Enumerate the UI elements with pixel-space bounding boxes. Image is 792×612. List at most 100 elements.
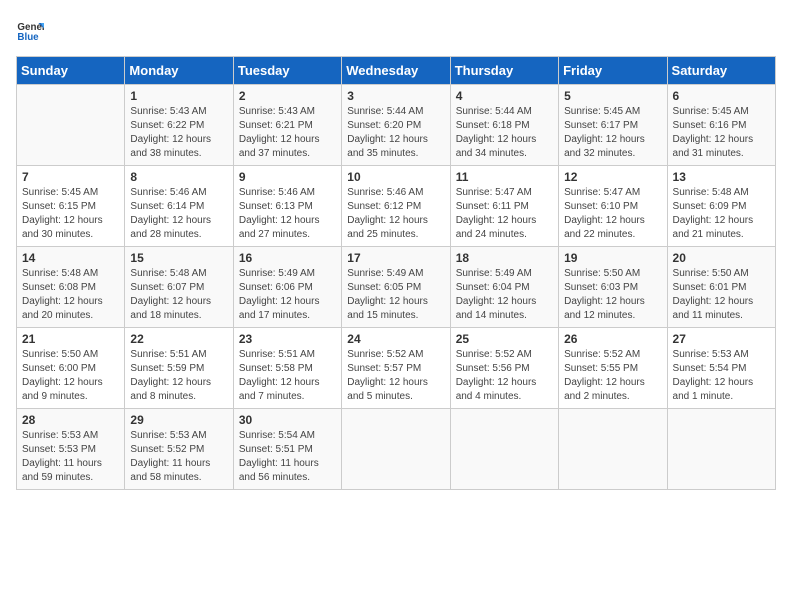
day-info: Sunrise: 5:53 AMSunset: 5:52 PMDaylight:… — [130, 430, 210, 483]
day-number: 30 — [239, 413, 336, 427]
calendar-cell — [450, 409, 558, 490]
weekday-header: Friday — [559, 57, 667, 85]
logo-icon: General Blue — [16, 16, 44, 44]
day-info: Sunrise: 5:52 AMSunset: 5:55 PMDaylight:… — [564, 349, 645, 402]
calendar-cell: 17 Sunrise: 5:49 AMSunset: 6:05 PMDaylig… — [342, 247, 450, 328]
day-number: 14 — [22, 251, 119, 265]
calendar-week-row: 1 Sunrise: 5:43 AMSunset: 6:22 PMDayligh… — [17, 85, 776, 166]
day-info: Sunrise: 5:51 AMSunset: 5:58 PMDaylight:… — [239, 349, 320, 402]
day-info: Sunrise: 5:50 AMSunset: 6:01 PMDaylight:… — [673, 268, 754, 321]
day-info: Sunrise: 5:51 AMSunset: 5:59 PMDaylight:… — [130, 349, 211, 402]
calendar-week-row: 21 Sunrise: 5:50 AMSunset: 6:00 PMDaylig… — [17, 328, 776, 409]
weekday-header: Thursday — [450, 57, 558, 85]
day-number: 3 — [347, 89, 444, 103]
day-number: 17 — [347, 251, 444, 265]
calendar-cell: 24 Sunrise: 5:52 AMSunset: 5:57 PMDaylig… — [342, 328, 450, 409]
calendar-cell: 7 Sunrise: 5:45 AMSunset: 6:15 PMDayligh… — [17, 166, 125, 247]
calendar-cell: 9 Sunrise: 5:46 AMSunset: 6:13 PMDayligh… — [233, 166, 341, 247]
day-number: 13 — [673, 170, 770, 184]
day-info: Sunrise: 5:49 AMSunset: 6:05 PMDaylight:… — [347, 268, 428, 321]
day-info: Sunrise: 5:48 AMSunset: 6:08 PMDaylight:… — [22, 268, 103, 321]
calendar-cell: 2 Sunrise: 5:43 AMSunset: 6:21 PMDayligh… — [233, 85, 341, 166]
day-info: Sunrise: 5:49 AMSunset: 6:06 PMDaylight:… — [239, 268, 320, 321]
calendar-cell: 22 Sunrise: 5:51 AMSunset: 5:59 PMDaylig… — [125, 328, 233, 409]
day-info: Sunrise: 5:52 AMSunset: 5:56 PMDaylight:… — [456, 349, 537, 402]
calendar-cell — [667, 409, 775, 490]
day-number: 21 — [22, 332, 119, 346]
day-number: 29 — [130, 413, 227, 427]
calendar-cell: 5 Sunrise: 5:45 AMSunset: 6:17 PMDayligh… — [559, 85, 667, 166]
day-info: Sunrise: 5:50 AMSunset: 6:03 PMDaylight:… — [564, 268, 645, 321]
day-number: 12 — [564, 170, 661, 184]
day-info: Sunrise: 5:47 AMSunset: 6:11 PMDaylight:… — [456, 187, 537, 240]
page-header: General Blue — [16, 16, 776, 44]
calendar-cell: 19 Sunrise: 5:50 AMSunset: 6:03 PMDaylig… — [559, 247, 667, 328]
calendar-cell: 1 Sunrise: 5:43 AMSunset: 6:22 PMDayligh… — [125, 85, 233, 166]
day-info: Sunrise: 5:52 AMSunset: 5:57 PMDaylight:… — [347, 349, 428, 402]
calendar-table: SundayMondayTuesdayWednesdayThursdayFrid… — [16, 56, 776, 490]
day-info: Sunrise: 5:53 AMSunset: 5:54 PMDaylight:… — [673, 349, 754, 402]
weekday-header: Wednesday — [342, 57, 450, 85]
day-number: 5 — [564, 89, 661, 103]
calendar-cell: 30 Sunrise: 5:54 AMSunset: 5:51 PMDaylig… — [233, 409, 341, 490]
calendar-cell: 15 Sunrise: 5:48 AMSunset: 6:07 PMDaylig… — [125, 247, 233, 328]
day-info: Sunrise: 5:44 AMSunset: 6:18 PMDaylight:… — [456, 106, 537, 159]
calendar-cell: 16 Sunrise: 5:49 AMSunset: 6:06 PMDaylig… — [233, 247, 341, 328]
day-info: Sunrise: 5:46 AMSunset: 6:12 PMDaylight:… — [347, 187, 428, 240]
logo: General Blue — [16, 16, 48, 44]
calendar-cell: 29 Sunrise: 5:53 AMSunset: 5:52 PMDaylig… — [125, 409, 233, 490]
svg-text:Blue: Blue — [17, 32, 39, 43]
calendar-cell — [559, 409, 667, 490]
day-number: 15 — [130, 251, 227, 265]
day-number: 19 — [564, 251, 661, 265]
day-number: 25 — [456, 332, 553, 346]
day-number: 6 — [673, 89, 770, 103]
day-info: Sunrise: 5:47 AMSunset: 6:10 PMDaylight:… — [564, 187, 645, 240]
calendar-cell: 25 Sunrise: 5:52 AMSunset: 5:56 PMDaylig… — [450, 328, 558, 409]
weekday-header: Sunday — [17, 57, 125, 85]
day-number: 20 — [673, 251, 770, 265]
day-number: 9 — [239, 170, 336, 184]
day-info: Sunrise: 5:44 AMSunset: 6:20 PMDaylight:… — [347, 106, 428, 159]
calendar-cell: 20 Sunrise: 5:50 AMSunset: 6:01 PMDaylig… — [667, 247, 775, 328]
day-number: 27 — [673, 332, 770, 346]
calendar-cell: 11 Sunrise: 5:47 AMSunset: 6:11 PMDaylig… — [450, 166, 558, 247]
day-info: Sunrise: 5:54 AMSunset: 5:51 PMDaylight:… — [239, 430, 319, 483]
day-info: Sunrise: 5:43 AMSunset: 6:22 PMDaylight:… — [130, 106, 211, 159]
day-number: 8 — [130, 170, 227, 184]
day-number: 22 — [130, 332, 227, 346]
day-info: Sunrise: 5:46 AMSunset: 6:14 PMDaylight:… — [130, 187, 211, 240]
day-number: 2 — [239, 89, 336, 103]
calendar-week-row: 7 Sunrise: 5:45 AMSunset: 6:15 PMDayligh… — [17, 166, 776, 247]
calendar-cell — [342, 409, 450, 490]
day-number: 18 — [456, 251, 553, 265]
calendar-week-row: 14 Sunrise: 5:48 AMSunset: 6:08 PMDaylig… — [17, 247, 776, 328]
day-number: 23 — [239, 332, 336, 346]
weekday-header: Tuesday — [233, 57, 341, 85]
day-info: Sunrise: 5:45 AMSunset: 6:15 PMDaylight:… — [22, 187, 103, 240]
calendar-cell: 18 Sunrise: 5:49 AMSunset: 6:04 PMDaylig… — [450, 247, 558, 328]
calendar-cell: 6 Sunrise: 5:45 AMSunset: 6:16 PMDayligh… — [667, 85, 775, 166]
day-info: Sunrise: 5:45 AMSunset: 6:16 PMDaylight:… — [673, 106, 754, 159]
calendar-cell: 3 Sunrise: 5:44 AMSunset: 6:20 PMDayligh… — [342, 85, 450, 166]
calendar-cell: 12 Sunrise: 5:47 AMSunset: 6:10 PMDaylig… — [559, 166, 667, 247]
day-info: Sunrise: 5:50 AMSunset: 6:00 PMDaylight:… — [22, 349, 103, 402]
day-number: 26 — [564, 332, 661, 346]
weekday-header: Saturday — [667, 57, 775, 85]
calendar-cell: 8 Sunrise: 5:46 AMSunset: 6:14 PMDayligh… — [125, 166, 233, 247]
calendar-cell: 28 Sunrise: 5:53 AMSunset: 5:53 PMDaylig… — [17, 409, 125, 490]
day-number: 4 — [456, 89, 553, 103]
calendar-cell: 21 Sunrise: 5:50 AMSunset: 6:00 PMDaylig… — [17, 328, 125, 409]
calendar-cell: 26 Sunrise: 5:52 AMSunset: 5:55 PMDaylig… — [559, 328, 667, 409]
calendar-cell — [17, 85, 125, 166]
calendar-week-row: 28 Sunrise: 5:53 AMSunset: 5:53 PMDaylig… — [17, 409, 776, 490]
calendar-cell: 10 Sunrise: 5:46 AMSunset: 6:12 PMDaylig… — [342, 166, 450, 247]
day-number: 7 — [22, 170, 119, 184]
calendar-cell: 23 Sunrise: 5:51 AMSunset: 5:58 PMDaylig… — [233, 328, 341, 409]
day-info: Sunrise: 5:53 AMSunset: 5:53 PMDaylight:… — [22, 430, 102, 483]
day-info: Sunrise: 5:46 AMSunset: 6:13 PMDaylight:… — [239, 187, 320, 240]
calendar-cell: 13 Sunrise: 5:48 AMSunset: 6:09 PMDaylig… — [667, 166, 775, 247]
day-info: Sunrise: 5:48 AMSunset: 6:07 PMDaylight:… — [130, 268, 211, 321]
calendar-cell: 27 Sunrise: 5:53 AMSunset: 5:54 PMDaylig… — [667, 328, 775, 409]
day-number: 28 — [22, 413, 119, 427]
